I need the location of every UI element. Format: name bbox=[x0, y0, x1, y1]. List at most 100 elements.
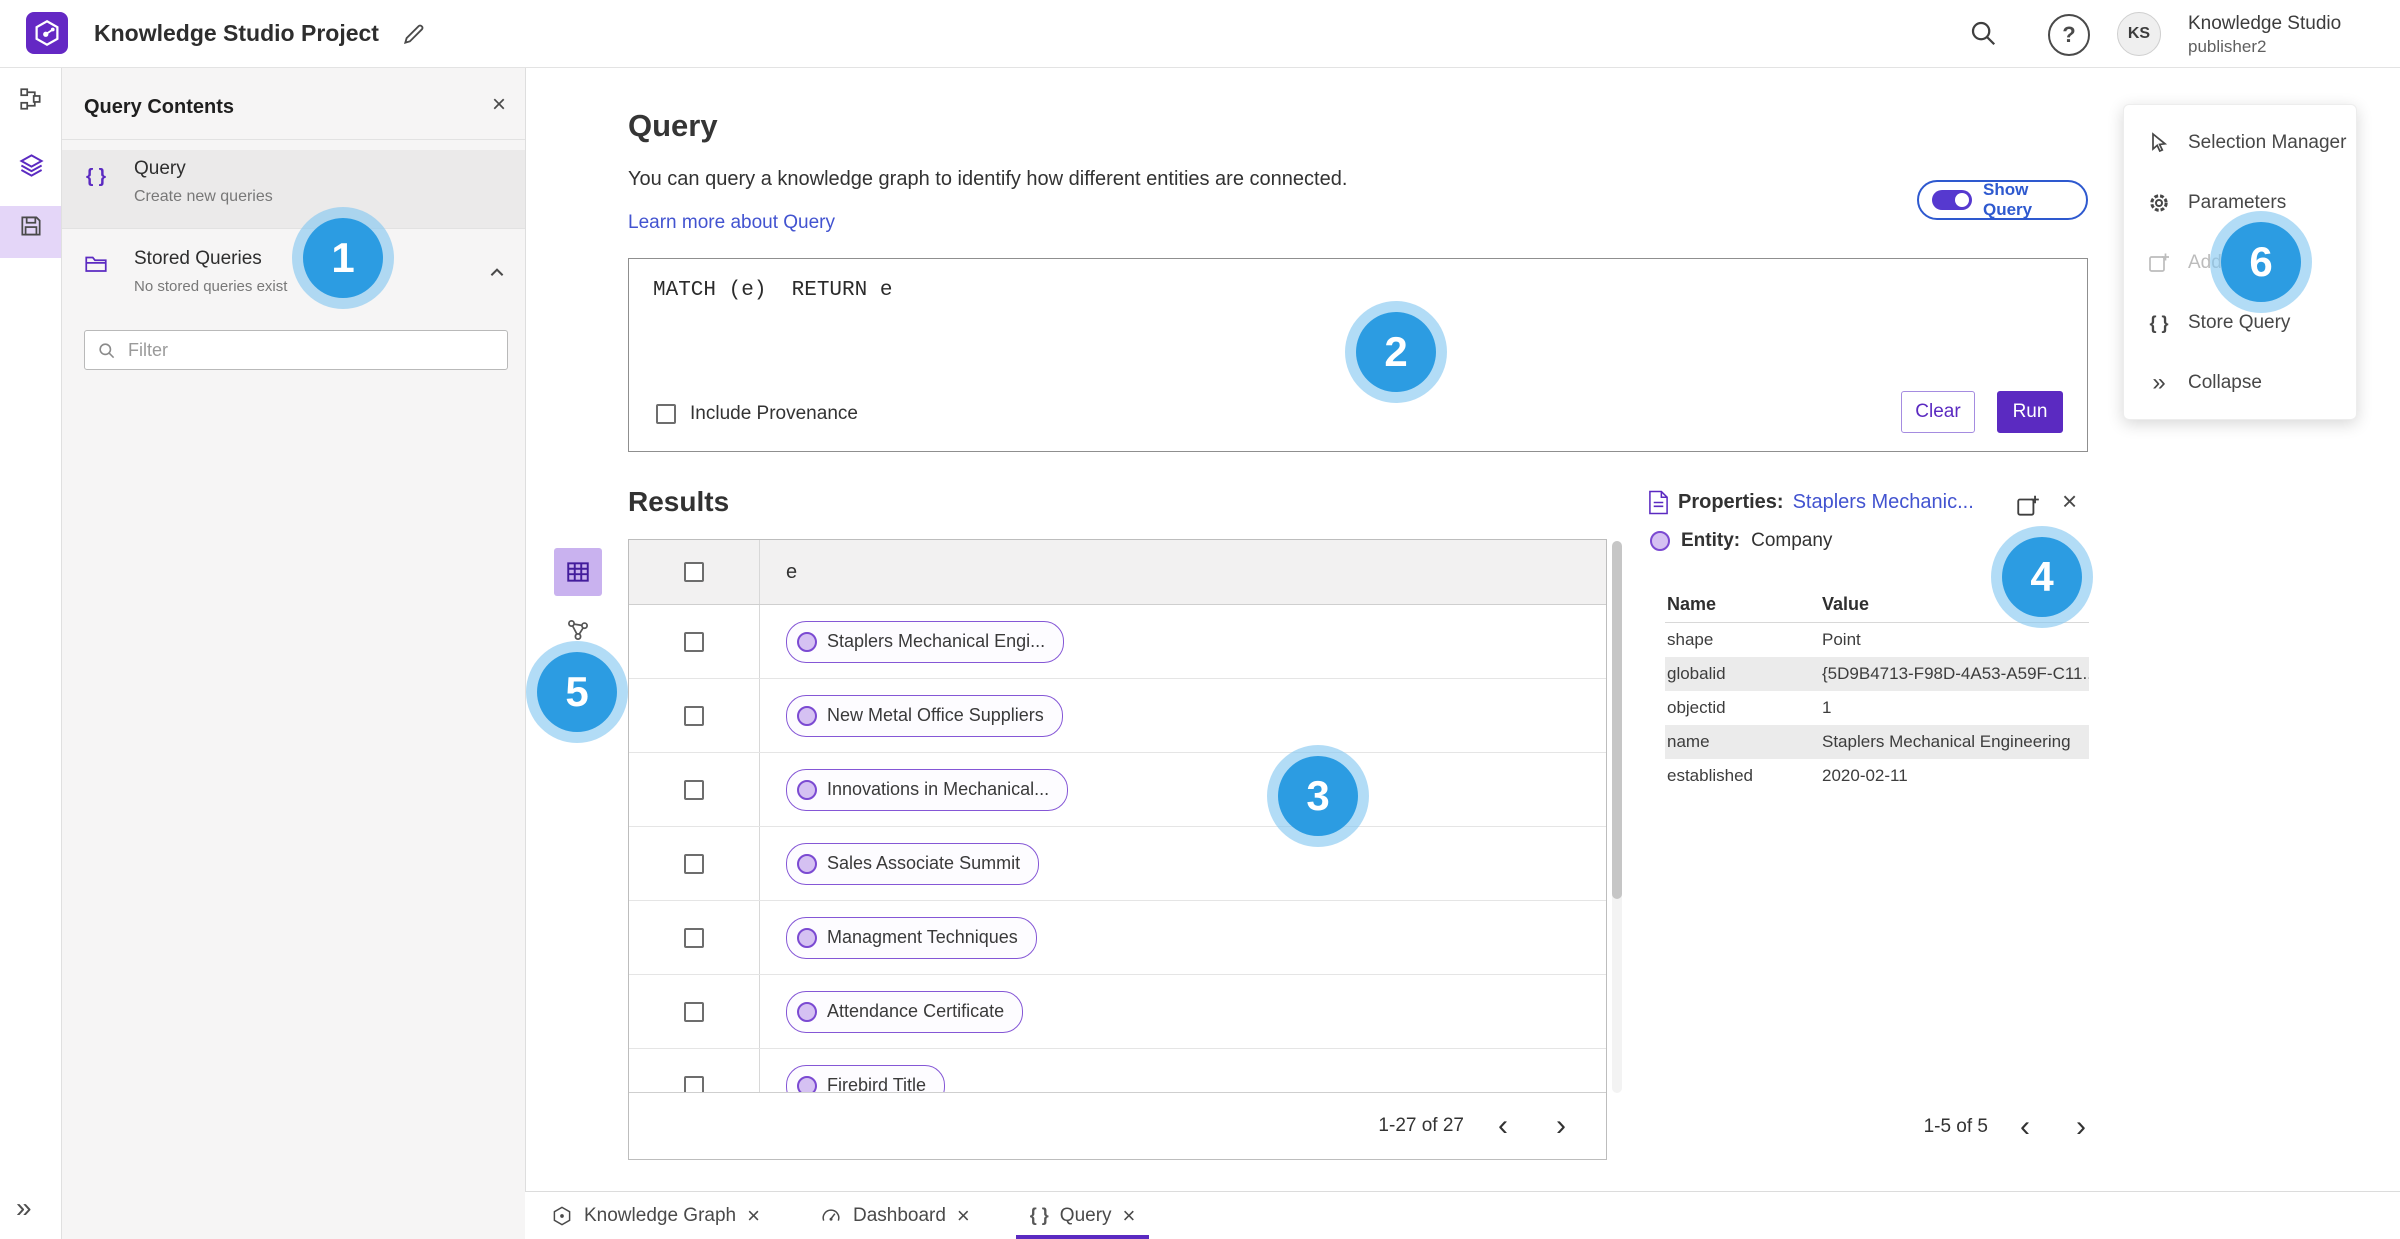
entity-chip-label: Sales Associate Summit bbox=[827, 853, 1021, 873]
query-code-input[interactable]: MATCH (e) RETURN e bbox=[653, 279, 892, 302]
results-table: e Staplers Mechanical Engi... New Metal … bbox=[628, 539, 1607, 1160]
next-page-button[interactable]: › bbox=[2062, 1108, 2100, 1146]
rail-layers-button[interactable] bbox=[17, 151, 45, 179]
tab-knowledge-graph[interactable]: Knowledge Graph × bbox=[537, 1192, 774, 1239]
property-value: 2020-02-11 bbox=[1822, 766, 1908, 785]
close-tab-icon[interactable]: × bbox=[957, 1204, 970, 1226]
layers-icon bbox=[18, 153, 44, 177]
edit-title-button[interactable] bbox=[400, 20, 428, 48]
add-to-selection-button[interactable] bbox=[2014, 492, 2042, 520]
toggle-knob bbox=[1955, 193, 1969, 207]
row-checkbox[interactable] bbox=[684, 1001, 704, 1022]
braces-icon: { } bbox=[1029, 1205, 1049, 1225]
property-name: globalid bbox=[1667, 664, 1726, 683]
prev-page-button[interactable]: ‹ bbox=[1484, 1107, 1522, 1145]
menu-item-label: Selection Manager bbox=[2188, 132, 2347, 153]
menu-item-parameters[interactable]: Parameters bbox=[2124, 173, 2356, 233]
annotation-badge-6: 6 bbox=[2221, 222, 2301, 302]
entity-chip-label: New Metal Office Suppliers bbox=[827, 705, 1044, 725]
results-scrollbar bbox=[1612, 541, 1622, 1093]
menu-item-selection-manager[interactable]: Selection Manager bbox=[2124, 113, 2356, 173]
table-view-button[interactable] bbox=[554, 548, 602, 596]
run-button[interactable]: Run bbox=[1997, 391, 2063, 433]
annotation-badge-2: 2 bbox=[1356, 312, 1436, 392]
prev-page-button[interactable]: ‹ bbox=[2006, 1108, 2044, 1146]
link-chart-icon bbox=[568, 620, 588, 640]
braces-icon: { } bbox=[2149, 312, 2169, 333]
stored-queries-label[interactable]: Stored Queries bbox=[134, 248, 262, 270]
tab-dashboard[interactable]: Dashboard × bbox=[806, 1192, 984, 1239]
menu-item-collapse[interactable]: » Collapse bbox=[2124, 353, 2356, 413]
row-checkbox[interactable] bbox=[684, 1075, 704, 1092]
entity-chip[interactable]: Sales Associate Summit bbox=[786, 842, 1040, 885]
tab-query[interactable]: { } Query × bbox=[1015, 1192, 1150, 1239]
sidebar-item-query-label[interactable]: Query bbox=[134, 158, 186, 180]
entity-chip[interactable]: Firebird Title bbox=[786, 1064, 946, 1092]
next-page-button[interactable]: › bbox=[1542, 1107, 1580, 1145]
menu-item-store-query[interactable]: { } Store Query bbox=[2124, 293, 2356, 353]
annotation-badge-5: 5 bbox=[537, 652, 617, 732]
stored-queries-filter bbox=[84, 330, 508, 370]
entity-chip-label: Firebird Title bbox=[827, 1075, 927, 1092]
select-all-checkbox[interactable] bbox=[684, 562, 704, 582]
search-button[interactable] bbox=[1966, 16, 2000, 50]
query-item-highlight[interactable] bbox=[62, 150, 525, 228]
query-contents-panel bbox=[62, 67, 526, 1239]
help-button[interactable]: ? bbox=[2048, 14, 2090, 56]
property-value: 1 bbox=[1822, 698, 1832, 717]
close-properties-button[interactable]: × bbox=[2062, 488, 2077, 514]
row-checkbox[interactable] bbox=[684, 927, 704, 948]
user-name: Knowledge Studio bbox=[2188, 13, 2342, 34]
chevron-up-icon bbox=[490, 268, 504, 276]
project-title: Knowledge Studio Project bbox=[94, 20, 379, 46]
row-checkbox[interactable] bbox=[684, 631, 704, 652]
learn-more-link[interactable]: Learn more about Query bbox=[628, 212, 835, 234]
clear-button[interactable]: Clear bbox=[1901, 391, 1975, 433]
rail-contents-button[interactable] bbox=[17, 85, 45, 113]
close-panel-button[interactable]: × bbox=[492, 93, 506, 117]
show-query-toggle[interactable]: Show Query bbox=[1917, 180, 2088, 220]
left-icon-rail bbox=[0, 67, 62, 1239]
row-checkbox[interactable] bbox=[684, 779, 704, 800]
results-page-range: 1-27 of 27 bbox=[1378, 1115, 1464, 1136]
properties-table: Name Value shape Point globalid {5D9B471… bbox=[1665, 586, 2089, 793]
question-mark-icon: ? bbox=[2062, 22, 2076, 47]
include-provenance-checkbox[interactable] bbox=[656, 404, 676, 424]
property-row: globalid {5D9B4713-F98D-4A53-A59F-C11... bbox=[1665, 657, 2089, 691]
menu-item-label: Add bbox=[2188, 252, 2222, 273]
annotation-badge-1: 1 bbox=[303, 218, 383, 298]
close-tab-icon[interactable]: × bbox=[1123, 1204, 1136, 1226]
user-avatar[interactable]: KS bbox=[2117, 12, 2161, 56]
add-to-map-icon bbox=[2017, 495, 2039, 516]
entity-chip[interactable]: Innovations in Mechanical... bbox=[786, 768, 1069, 811]
property-value: {5D9B4713-F98D-4A53-A59F-C11... bbox=[1822, 664, 2089, 683]
collapse-section-button[interactable] bbox=[486, 262, 508, 284]
rail-expand-button[interactable]: » bbox=[16, 1192, 32, 1224]
knowledge-studio-app: Knowledge Studio Project ? KS Knowledge … bbox=[0, 0, 2400, 1239]
table-row: Attendance Certificate bbox=[629, 975, 1606, 1049]
tab-label: Knowledge Graph bbox=[584, 1204, 737, 1226]
row-checkbox[interactable] bbox=[684, 853, 704, 874]
stored-queries-sublabel: No stored queries exist bbox=[134, 278, 288, 295]
entity-chip[interactable]: Attendance Certificate bbox=[786, 990, 1024, 1033]
entity-chip[interactable]: New Metal Office Suppliers bbox=[786, 694, 1063, 737]
menu-item-label: Parameters bbox=[2188, 192, 2287, 213]
property-row: shape Point bbox=[1665, 623, 2089, 657]
avatar-initials: KS bbox=[2127, 25, 2151, 42]
app-logo-icon[interactable] bbox=[26, 12, 68, 54]
knowledge-graph-icon bbox=[553, 1206, 571, 1225]
rail-save-button[interactable] bbox=[17, 212, 45, 240]
graph-view-button[interactable] bbox=[562, 614, 594, 646]
show-query-label: Show Query bbox=[1983, 180, 2033, 219]
row-checkbox[interactable] bbox=[684, 705, 704, 726]
entity-dot-icon bbox=[797, 853, 817, 874]
entity-chip[interactable]: Staplers Mechanical Engi... bbox=[786, 620, 1065, 663]
entity-label: Entity: bbox=[1681, 530, 1741, 551]
scrollbar-thumb[interactable] bbox=[1612, 541, 1622, 899]
entity-chip[interactable]: Managment Techniques bbox=[786, 916, 1037, 959]
entity-dot-icon bbox=[797, 1075, 817, 1092]
close-tab-icon[interactable]: × bbox=[747, 1204, 760, 1226]
search-icon bbox=[1971, 21, 1996, 46]
properties-entity-link[interactable]: Staplers Mechanic... bbox=[1793, 491, 1974, 514]
filter-input[interactable] bbox=[126, 338, 495, 362]
